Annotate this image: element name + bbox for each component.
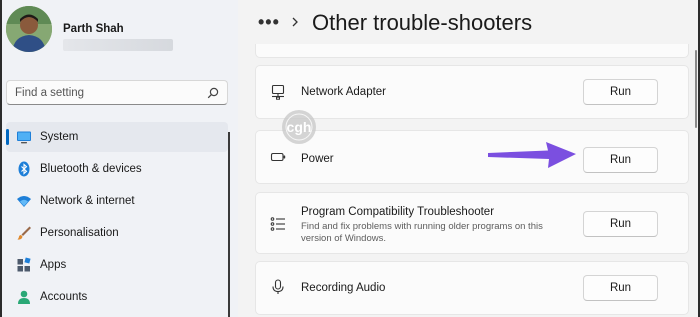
sidebar: Parth Shah System Bluetooth & devices [0,0,238,317]
accounts-icon [18,290,30,304]
watermark-logo: cgh [282,110,316,144]
bluetooth-icon [18,161,30,177]
list-icon [270,217,285,231]
sidebar-divider [228,132,230,317]
troubleshooter-network-adapter: Network Adapter Run [255,65,689,119]
breadcrumb-more-button[interactable]: ••• [258,12,280,33]
troubleshooter-title: Program Compatibility Troubleshooter [301,206,495,218]
troubleshooter-recording-audio: Recording Audio Run [255,261,689,315]
wifi-icon [17,196,31,207]
nav-item-label: Bluetooth & devices [40,163,142,175]
troubleshooter-title: Network Adapter [301,86,387,98]
nav-item-label: Accounts [40,291,88,303]
scrollbar[interactable] [695,50,697,128]
nav-item-label: System [40,131,79,143]
network-adapter-icon [271,84,285,100]
troubleshooter-program-compatibility: Program Compatibility Troubleshooter Fin… [255,192,689,254]
nav-item-system[interactable]: System [6,122,228,152]
run-recording-audio-button[interactable]: Run [583,275,658,301]
nav-item-apps[interactable]: Apps [6,250,228,280]
watermark-text: cgh [287,119,312,135]
troubleshooter-description: Find and fix problems with running older… [301,221,543,244]
nav-item-bluetooth[interactable]: Bluetooth & devices [6,154,228,184]
run-program-compatibility-button[interactable]: Run [583,211,658,237]
nav-item-personalisation[interactable]: Personalisation [6,218,228,248]
troubleshooter-list: Network Adapter Run Power Run Program Co… [238,44,700,317]
main-content: ••• Other trouble-shooters Network Adapt… [238,0,700,317]
page-title: Other trouble-shooters [312,10,533,35]
user-name: Parth Shah [63,23,124,35]
nav-item-network[interactable]: Network & internet [6,186,228,216]
nav-item-label: Network & internet [40,195,135,207]
nav-item-label: Personalisation [40,227,119,239]
chevron-right-icon [292,17,298,27]
user-email-redacted [63,39,173,51]
paintbrush-icon [17,226,31,240]
search-box[interactable] [6,80,228,105]
battery-icon [270,152,286,162]
annotation-arrow-icon [488,142,576,168]
avatar[interactable] [6,6,52,52]
search-icon[interactable] [207,87,219,99]
troubleshooter-power: Power Run [255,130,689,184]
run-network-adapter-button[interactable]: Run [583,79,658,105]
run-power-button[interactable]: Run [583,147,658,173]
troubleshooter-title: Power [301,153,334,165]
apps-icon [17,257,31,272]
search-input[interactable] [15,86,207,99]
microphone-icon [272,279,284,294]
active-indicator [6,129,9,145]
troubleshooter-title: Recording Audio [301,282,386,294]
nav-item-accounts[interactable]: Accounts [6,282,228,312]
nav-item-label: Apps [40,259,67,271]
system-monitor-icon [17,131,31,144]
list-item-partial [255,44,689,58]
